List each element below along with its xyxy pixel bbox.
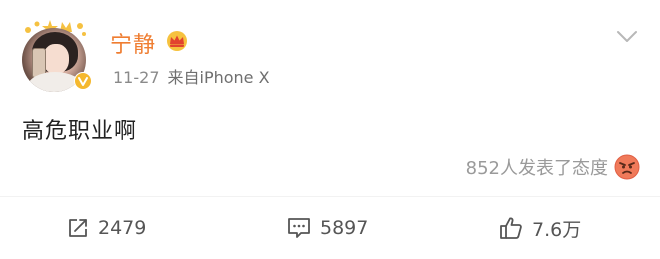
reaction-summary[interactable]: 852人发表了态度 (466, 152, 640, 182)
like-count: 7.6万 (532, 218, 582, 241)
divider (0, 196, 660, 197)
chevron-down-icon[interactable] (616, 30, 638, 44)
comment-icon (288, 218, 310, 238)
post-meta: 11-27 来自iPhone X (113, 64, 270, 88)
username[interactable]: 宁静 (110, 27, 156, 59)
repost-count: 2479 (98, 217, 147, 239)
post-text: 高危职业啊 (22, 119, 138, 144)
post-date: 11-27 (113, 68, 160, 87)
comment-count: 5897 (320, 217, 369, 239)
action-bar: 2479 5897 7.6万 (0, 210, 660, 246)
repost-button[interactable]: 2479 (66, 210, 146, 246)
post-source[interactable]: 来自iPhone X (168, 68, 270, 87)
user-avatar[interactable] (18, 18, 94, 94)
reaction-label: 852人发表了态度 (465, 158, 608, 179)
repost-icon (69, 219, 87, 237)
comment-button[interactable]: 5897 (286, 210, 368, 246)
like-button[interactable]: 7.6万 (498, 210, 581, 246)
verified-v-icon (74, 72, 92, 90)
thumbs-up-icon (500, 217, 522, 239)
angry-face-icon (614, 154, 640, 180)
crown-vip-icon (167, 31, 187, 51)
